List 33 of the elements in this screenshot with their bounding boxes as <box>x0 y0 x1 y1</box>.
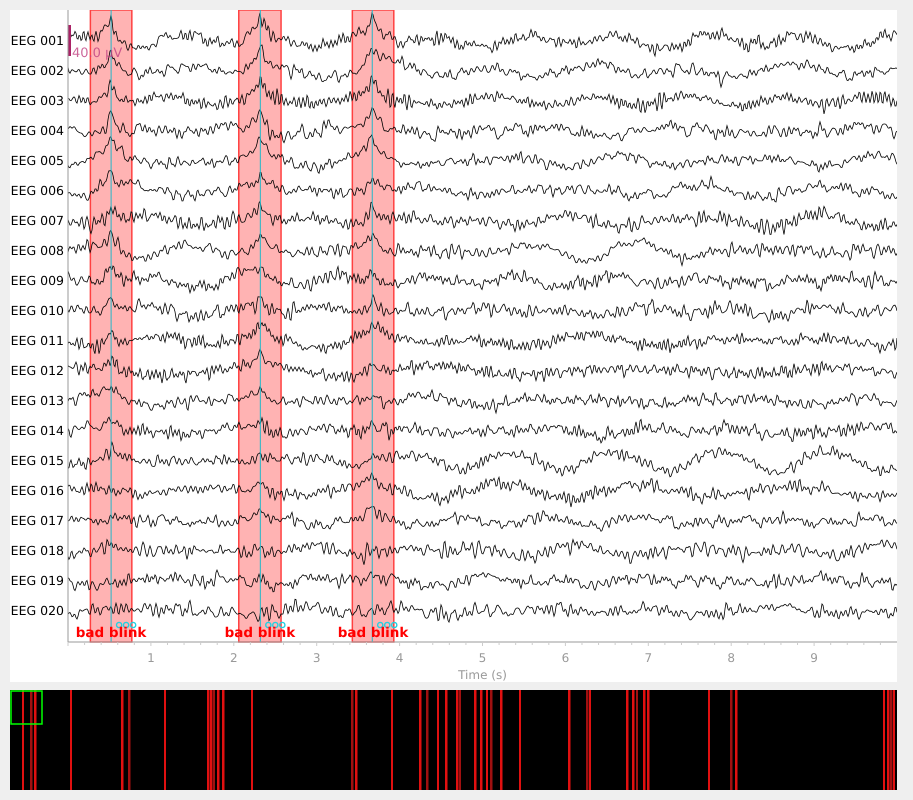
channel-label[interactable]: EEG 007 <box>10 213 64 228</box>
channel-label[interactable]: EEG 014 <box>10 423 64 438</box>
channel-label[interactable]: EEG 016 <box>10 483 64 498</box>
channel-label[interactable]: EEG 009 <box>10 273 64 288</box>
channel-label[interactable]: EEG 003 <box>10 93 64 108</box>
channel-label[interactable]: EEG 017 <box>10 513 64 528</box>
channel-label[interactable]: EEG 018 <box>10 543 64 558</box>
channel-label[interactable]: EEG 004 <box>10 123 64 138</box>
tick-label: 1 <box>147 651 155 665</box>
channel-label[interactable]: EEG 008 <box>10 243 64 258</box>
channel-label[interactable]: EEG 010 <box>10 303 64 318</box>
tick-label: 3 <box>312 651 321 665</box>
tick-label: 8 <box>727 651 736 665</box>
axis-label: Time (s) <box>458 668 507 682</box>
tick-label: 9 <box>810 651 818 665</box>
channel-label[interactable]: EEG 013 <box>10 393 64 408</box>
channel-label[interactable]: EEG 002 <box>10 63 64 78</box>
tick-label: 7 <box>644 651 652 665</box>
channel-label[interactable]: EEG 005 <box>10 153 64 168</box>
channel-label[interactable]: EEG 012 <box>10 363 64 378</box>
channel-label[interactable]: EEG 020 <box>10 603 64 618</box>
scale-bar <box>68 25 71 56</box>
channel-label[interactable]: EEG 015 <box>10 453 64 468</box>
channel-label[interactable]: EEG 006 <box>10 183 64 198</box>
viewport-box[interactable] <box>10 690 43 725</box>
channel-label[interactable]: EEG 001 <box>10 33 64 48</box>
tick-label: 6 <box>562 651 570 665</box>
tick-label: 5 <box>478 651 486 665</box>
overview-bar[interactable] <box>10 690 897 790</box>
channel-label[interactable]: EEG 019 <box>10 573 64 588</box>
channel-label[interactable]: EEG 011 <box>10 333 64 348</box>
tick-label: 2 <box>230 651 238 665</box>
tick-label: 4 <box>396 651 404 665</box>
